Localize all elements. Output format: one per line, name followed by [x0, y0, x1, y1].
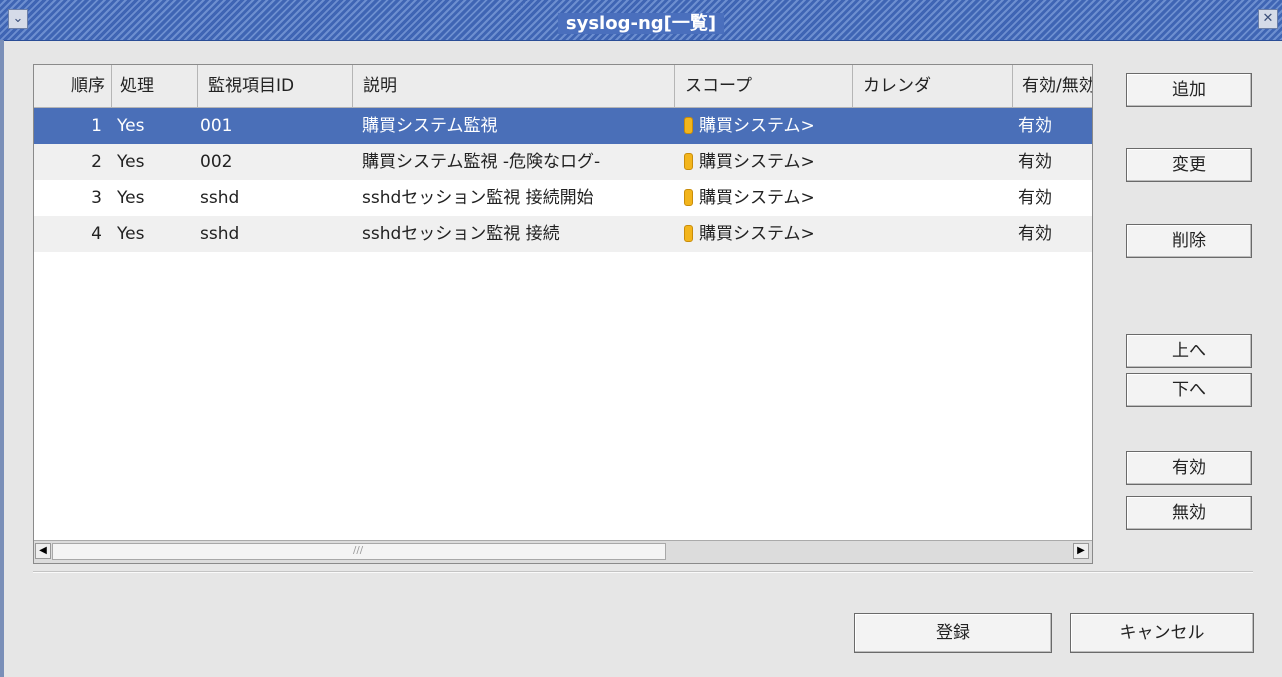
window-close-button[interactable]: ✕ — [1258, 9, 1278, 29]
move-up-button[interactable]: 上へ — [1126, 334, 1252, 368]
syslog-ng-list-window: ⌄ syslog-ng[一覧] ✕ 順序 処理 監視項目ID 説明 スコープ カ… — [0, 0, 1282, 677]
column-header-order[interactable]: 順序 — [34, 65, 112, 107]
scope-folder-icon — [684, 189, 693, 206]
cell-order: 3 — [91, 188, 102, 208]
register-button[interactable]: 登録 — [854, 613, 1052, 653]
cell-calendar — [862, 216, 1012, 252]
cell-order: 4 — [91, 224, 102, 244]
scope-folder-icon — [684, 153, 693, 170]
cancel-button[interactable]: キャンセル — [1070, 613, 1254, 653]
cell-description: 購買システム監視 — [362, 116, 498, 136]
cell-calendar — [862, 144, 1012, 180]
table-row[interactable]: 4 Yes sshd sshdセッション監視 接続 購買システム> 有効 — [34, 216, 1092, 252]
table-row[interactable]: 1 Yes 001 購買システム監視 購買システム> 有効 — [34, 108, 1092, 144]
scope-folder-icon — [684, 225, 693, 242]
footer-separator — [33, 571, 1253, 573]
cell-description: sshdセッション監視 接続 — [362, 224, 560, 244]
close-icon: ✕ — [1262, 11, 1274, 26]
grip-icon: /// — [353, 545, 364, 556]
cell-scope-text: 購買システム> — [699, 116, 815, 136]
cell-monitor-id: 001 — [200, 116, 233, 136]
cell-scope: 購買システム> — [684, 108, 852, 144]
cell-order: 2 — [91, 152, 102, 172]
cell-scope: 購買システム> — [684, 144, 852, 180]
cell-process: Yes — [117, 224, 145, 244]
cell-enabled: 有効 — [1018, 116, 1052, 136]
table-header: 順序 処理 監視項目ID 説明 スコープ カレンダ 有効/無効 — [34, 65, 1092, 108]
cell-process: Yes — [117, 152, 145, 172]
change-button[interactable]: 変更 — [1126, 148, 1252, 182]
move-down-button[interactable]: 下へ — [1126, 373, 1252, 407]
cell-scope: 購買システム> — [684, 216, 852, 252]
window-border — [0, 40, 4, 677]
cell-scope: 購買システム> — [684, 180, 852, 216]
cell-enabled: 有効 — [1018, 152, 1052, 172]
window-title: syslog-ng[一覧] — [557, 13, 725, 34]
column-header-description[interactable]: 説明 — [353, 65, 675, 107]
column-header-enabled[interactable]: 有効/無効 — [1013, 65, 1092, 107]
cell-monitor-id: sshd — [200, 188, 240, 208]
table-row[interactable]: 3 Yes sshd sshdセッション監視 接続開始 購買システム> 有効 — [34, 180, 1092, 216]
disable-button[interactable]: 無効 — [1126, 496, 1252, 530]
cell-scope-text: 購買システム> — [699, 152, 815, 172]
cell-monitor-id: 002 — [200, 152, 233, 172]
column-header-calendar[interactable]: カレンダ — [853, 65, 1013, 107]
scroll-left-button[interactable]: ◀ — [35, 543, 51, 559]
cell-enabled: 有効 — [1018, 224, 1052, 244]
scope-folder-icon — [684, 117, 693, 134]
monitor-table: 順序 処理 監視項目ID 説明 スコープ カレンダ 有効/無効 1 Yes 00… — [33, 64, 1093, 564]
cell-process: Yes — [117, 188, 145, 208]
enable-button[interactable]: 有効 — [1126, 451, 1252, 485]
cell-monitor-id: sshd — [200, 224, 240, 244]
arrow-left-icon: ◀ — [39, 545, 47, 556]
delete-button[interactable]: 削除 — [1126, 224, 1252, 258]
title-bar[interactable]: ⌄ syslog-ng[一覧] ✕ — [0, 0, 1282, 41]
column-header-monitor-id[interactable]: 監視項目ID — [198, 65, 353, 107]
cell-calendar — [862, 180, 1012, 216]
table-row[interactable]: 2 Yes 002 購買システム監視 -危険なログ- 購買システム> 有効 — [34, 144, 1092, 180]
column-header-process[interactable]: 処理 — [112, 65, 198, 107]
cell-scope-text: 購買システム> — [699, 188, 815, 208]
scrollbar-thumb[interactable]: /// — [52, 543, 666, 560]
cell-calendar — [862, 108, 1012, 144]
cell-enabled: 有効 — [1018, 188, 1052, 208]
column-header-scope[interactable]: スコープ — [675, 65, 853, 107]
arrow-right-icon: ▶ — [1077, 545, 1085, 556]
cell-description: sshdセッション監視 接続開始 — [362, 188, 594, 208]
window-title-wrap: syslog-ng[一覧] — [0, 9, 1282, 35]
scroll-right-button[interactable]: ▶ — [1073, 543, 1089, 559]
cell-description: 購買システム監視 -危険なログ- — [362, 152, 601, 172]
cell-scope-text: 購買システム> — [699, 224, 815, 244]
horizontal-scrollbar[interactable]: ◀ /// ▶ — [34, 540, 1092, 563]
add-button[interactable]: 追加 — [1126, 73, 1252, 107]
cell-process: Yes — [117, 116, 145, 136]
cell-order: 1 — [91, 116, 102, 136]
